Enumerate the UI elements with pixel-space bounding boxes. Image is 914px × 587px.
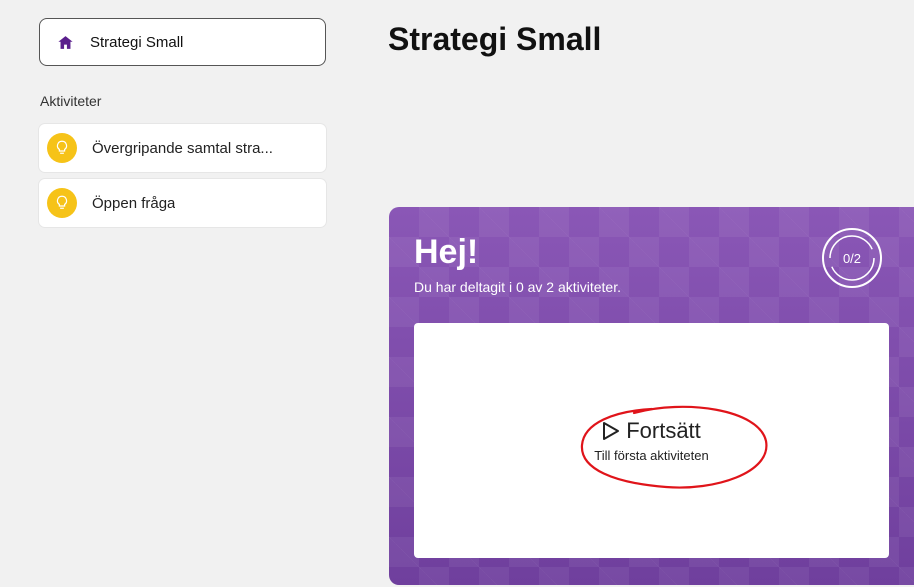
activities-heading: Aktiviteter [40,93,102,109]
progress-ring: 0/2 [820,226,884,290]
continue-button[interactable]: Fortsätt Till första aktiviteten [414,418,889,463]
home-icon [58,35,73,49]
continue-label: Fortsätt [626,418,701,443]
continue-panel: Fortsätt Till första aktiviteten [414,323,889,558]
activity-item[interactable]: Öppen fråga [39,179,326,227]
progress-card: Hej! Du har deltagit i 0 av 2 aktivitete… [389,207,914,585]
lightbulb-icon [47,133,77,163]
participation-text: Du har deltagit i 0 av 2 aktiviteter. [414,279,621,295]
lightbulb-icon [47,188,77,218]
progress-label: 0/2 [842,250,862,266]
home-button-label: Strategi Small [90,33,184,51]
continue-sublabel: Till första aktiviteten [594,448,709,463]
page: Strategi Small Aktiviteter Övergripande … [0,0,914,587]
greeting: Hej! [414,233,479,271]
activity-label: Öppen fråga [92,194,176,212]
page-title: Strategi Small [388,21,602,57]
home-button[interactable]: Strategi Small [39,18,326,66]
activity-label: Övergripande samtal stra... [92,139,273,157]
play-icon [603,422,620,440]
activity-item[interactable]: Övergripande samtal stra... [39,124,326,172]
